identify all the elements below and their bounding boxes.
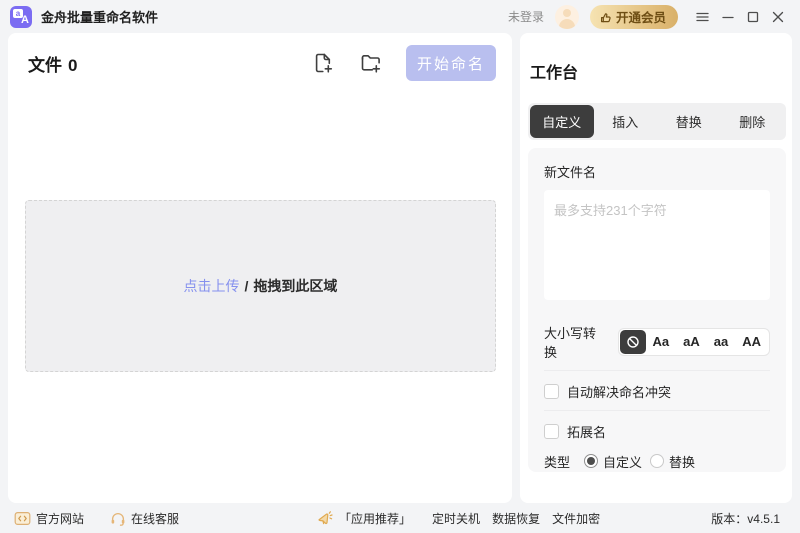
- online-support-link[interactable]: 在线客服: [110, 510, 179, 527]
- type-custom-label: 自定义: [603, 452, 642, 471]
- thumbs-up-icon: [600, 11, 612, 23]
- footer-bar: 官方网站 在线客服 「应用推荐」 定时关: [0, 503, 800, 533]
- start-rename-button[interactable]: 开始命名: [406, 45, 496, 81]
- divider: [544, 410, 770, 411]
- titlebar: a A 金舟批量重命名软件 未登录 开通会员: [0, 0, 800, 33]
- official-site-label: 官方网站: [36, 510, 84, 527]
- add-file-button[interactable]: [310, 50, 336, 76]
- maximize-button[interactable]: [740, 4, 765, 30]
- new-filename-label: 新文件名: [544, 162, 770, 181]
- open-membership-button[interactable]: 开通会员: [590, 5, 678, 29]
- new-filename-input[interactable]: [544, 190, 770, 300]
- divider: [544, 370, 770, 371]
- login-status[interactable]: 未登录: [508, 8, 544, 25]
- version-label: 版本：v4.5.1: [711, 510, 780, 527]
- megaphone-icon: [317, 510, 334, 526]
- file-list-panel: 文件 0 开始命名 点击上传: [8, 33, 512, 503]
- app-recommend-link[interactable]: 「应用推荐」: [317, 510, 411, 527]
- case-option-lower[interactable]: aa: [707, 329, 735, 355]
- app-recommend-label: 「应用推荐」: [339, 510, 411, 527]
- avatar-head: [563, 9, 571, 17]
- extension-label: 拓展名: [567, 422, 606, 441]
- file-panel-header: 文件 0 开始命名: [8, 33, 512, 81]
- workbench-title: 工作台: [520, 33, 792, 83]
- logo-letter-big: A: [21, 14, 29, 27]
- type-replace-label: 替换: [669, 452, 695, 471]
- tab-replace[interactable]: 替换: [657, 105, 721, 138]
- mode-tabs: 自定义 插入 替换 删除: [528, 103, 786, 140]
- tab-delete[interactable]: 删除: [721, 105, 785, 138]
- open-membership-label: 开通会员: [616, 7, 666, 26]
- case-option-toggle[interactable]: aA: [676, 329, 707, 355]
- official-site-link[interactable]: 官方网站: [14, 510, 84, 527]
- case-none-button[interactable]: [620, 330, 646, 354]
- data-recovery-link[interactable]: 数据恢复: [492, 510, 540, 527]
- type-replace-radio[interactable]: [650, 454, 664, 468]
- custom-rename-form: 新文件名 大小写转换 Aa aA aa AA: [528, 148, 786, 472]
- tab-custom[interactable]: 自定义: [530, 105, 594, 138]
- files-label: 文件: [28, 51, 62, 76]
- file-plus-icon: [311, 51, 335, 75]
- tab-insert[interactable]: 插入: [594, 105, 658, 138]
- footer-left: 官方网站 在线客服: [14, 510, 179, 527]
- conflict-label: 自动解决命名冲突: [567, 382, 671, 401]
- add-folder-button[interactable]: [358, 50, 384, 76]
- file-encryption-link[interactable]: 文件加密: [552, 510, 600, 527]
- click-upload-link[interactable]: 点击上传: [184, 276, 240, 296]
- no-case-icon: [626, 335, 640, 349]
- dropzone-hint: 拖拽到此区域: [253, 276, 337, 296]
- extension-checkbox[interactable]: [544, 424, 559, 439]
- extension-row: 拓展名: [544, 422, 770, 440]
- conflict-checkbox[interactable]: [544, 384, 559, 399]
- avatar-body: [559, 19, 575, 29]
- case-conversion-label: 大小写转换: [544, 323, 608, 361]
- case-conversion-group: Aa aA aa AA: [618, 328, 771, 356]
- dropzone-separator: /: [245, 278, 249, 294]
- scheduled-shutdown-link[interactable]: 定时关机: [432, 510, 480, 527]
- type-label: 类型: [544, 452, 570, 471]
- online-support-label: 在线客服: [131, 510, 179, 527]
- footer-center: 「应用推荐」 定时关机 数据恢复 文件加密: [317, 510, 600, 527]
- case-option-capitalize[interactable]: Aa: [646, 329, 677, 355]
- close-button[interactable]: [765, 4, 790, 30]
- minimize-button[interactable]: [715, 4, 740, 30]
- case-option-upper[interactable]: AA: [735, 329, 768, 355]
- conflict-row: 自动解决命名冲突: [544, 382, 770, 400]
- files-count: 0: [68, 56, 77, 76]
- headset-icon: [110, 511, 126, 526]
- files-title: 文件 0: [28, 51, 77, 76]
- menu-icon[interactable]: [690, 4, 715, 30]
- type-custom-radio[interactable]: [584, 454, 598, 468]
- case-conversion-row: 大小写转换 Aa aA aa AA: [544, 328, 770, 356]
- workbench-panel: 工作台 自定义 插入 替换 删除 新文件名 大小写转换 Aa: [520, 33, 792, 503]
- app-logo-icon: a A: [10, 6, 32, 28]
- user-avatar[interactable]: [555, 5, 579, 29]
- website-icon: [14, 511, 31, 526]
- upload-dropzone[interactable]: 点击上传 / 拖拽到此区域: [25, 200, 496, 372]
- folder-plus-icon: [359, 51, 383, 75]
- app-title: 金舟批量重命名软件: [41, 7, 158, 26]
- type-row: 类型 自定义 替换: [544, 453, 770, 469]
- app-window: a A 金舟批量重命名软件 未登录 开通会员: [0, 0, 800, 533]
